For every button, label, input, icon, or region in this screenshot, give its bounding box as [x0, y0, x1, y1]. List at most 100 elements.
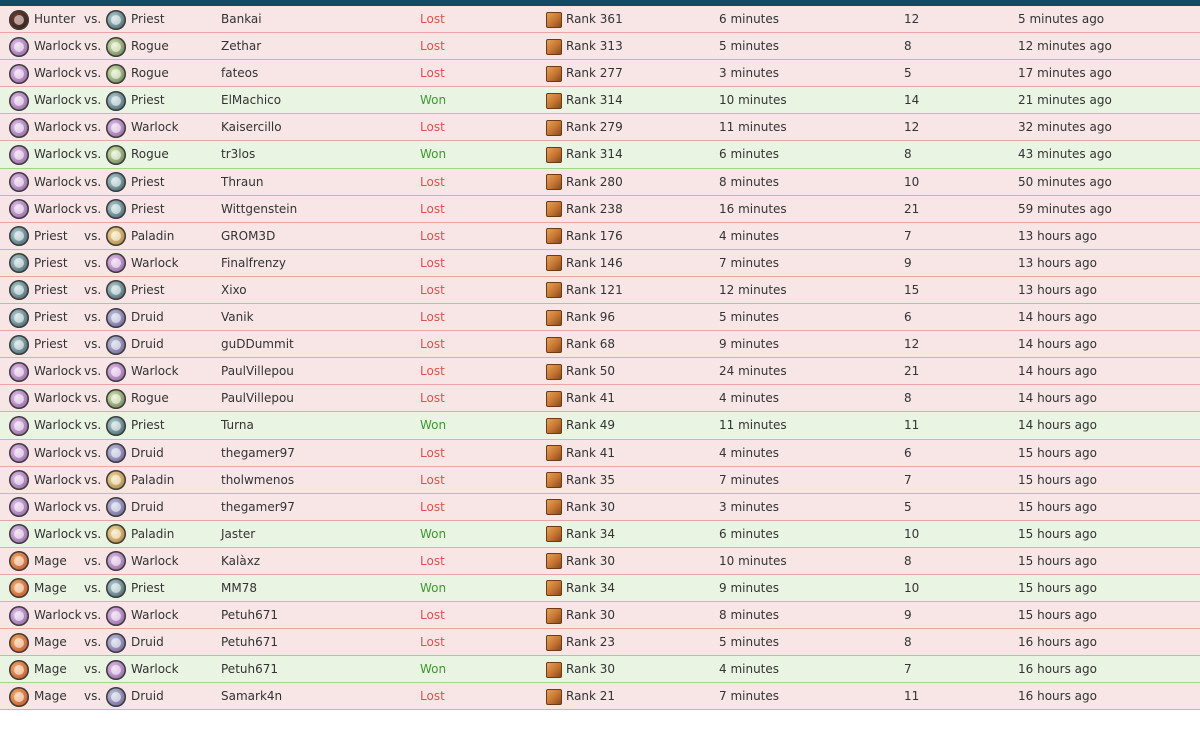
table-row[interactable]: Warlock vs. Paladin Jaster Won Rank 34 6 minut…	[0, 520, 1200, 548]
table-row[interactable]: Mage vs. Druid Samark4n Lost Rank 21 7 minutes…	[0, 683, 1200, 711]
table-row[interactable]: Warlock vs. Druid thegamer97 Lost Rank 30 3 mi…	[0, 493, 1200, 521]
rank-cube-icon	[546, 228, 562, 245]
table-row[interactable]: Mage vs. Warlock Kalàxz Lost Rank 30 10 minute…	[0, 547, 1200, 575]
turn-count: 8	[904, 635, 912, 650]
match-duration: 3 minutes	[719, 66, 780, 81]
warlock-icon	[9, 199, 29, 220]
opponent-class-label: Rogue	[131, 66, 169, 81]
priest-icon	[9, 280, 29, 301]
rank: Rank 23	[546, 629, 615, 656]
opponent-name[interactable]: MM78	[221, 575, 257, 602]
opponent-name[interactable]: Kaisercillo	[221, 114, 282, 141]
opponent-name[interactable]: Finalfrenzy	[221, 250, 286, 277]
druid-icon	[106, 686, 126, 707]
opponent-name[interactable]: Petuh671	[221, 629, 278, 656]
opponent-name[interactable]: thegamer97	[221, 440, 295, 467]
table-row[interactable]: Mage vs. Priest MM78 Won Rank 34 9 minutes 10 15…	[0, 574, 1200, 603]
opponent-name[interactable]: Vanik	[221, 304, 254, 331]
opponent-name[interactable]: Wittgenstein	[221, 196, 297, 223]
table-row[interactable]: Warlock vs. Priest Turna Won Rank 49 11 minute…	[0, 412, 1200, 440]
match-result: Won	[420, 418, 447, 433]
table-row[interactable]: Priest vs. Warlock Finalfrenzy Lost Rank 146 7…	[0, 249, 1200, 277]
vs-label: vs.	[84, 120, 102, 135]
opponent-name[interactable]: Thraun	[221, 169, 263, 196]
opponent-class-label: Warlock	[131, 364, 179, 379]
table-row[interactable]: Warlock vs. Warlock Petuh671 Lost Rank 30 8 mi…	[0, 602, 1200, 630]
match-result: Won	[420, 526, 447, 541]
time-ago: 59 minutes ago	[1018, 201, 1112, 216]
time-ago: 17 minutes ago	[1018, 66, 1112, 81]
warlock-icon	[106, 117, 126, 138]
table-row[interactable]: Warlock vs. Rogue PaulVillepou Lost Rank 41 4 …	[0, 385, 1200, 413]
table-row[interactable]: Mage vs. Druid Petuh671 Lost Rank 23 5 minutes…	[0, 629, 1200, 657]
table-row[interactable]: Warlock vs. Rogue tr3los Won Rank 314 6 minute…	[0, 141, 1200, 169]
opponent-name[interactable]: tholwmenos	[221, 467, 294, 494]
table-row[interactable]: Mage vs. Warlock Petuh671 Won Rank 30 4 minute…	[0, 656, 1200, 684]
table-row[interactable]: Priest vs. Priest Xixo Lost Rank 121 12 minute…	[0, 276, 1200, 305]
table-row[interactable]: Warlock vs. Druid thegamer97 Lost Rank 41 4 mi…	[0, 439, 1200, 467]
opponent-class: Rogue	[106, 60, 169, 87]
opponent-name[interactable]: ElMachico	[221, 87, 281, 114]
player-class: Warlock	[9, 169, 82, 196]
opponent-class: Priest	[106, 412, 165, 439]
table-row[interactable]: Warlock vs. Rogue Zethar Lost Rank 313 5 minut…	[0, 33, 1200, 61]
table-row[interactable]: Warlock vs. Paladin tholwmenos Lost Rank 35 7 …	[0, 466, 1200, 494]
opponent-name[interactable]: Petuh671	[221, 656, 278, 683]
opponent-name[interactable]: Bankai	[221, 6, 262, 33]
time-ago: 15 hours ago	[1018, 445, 1097, 460]
warlock-icon	[106, 253, 126, 274]
table-row[interactable]: Warlock vs. Priest Wittgenstein Lost Rank 238…	[0, 195, 1200, 223]
match-result: Lost	[420, 364, 445, 379]
time-ago: 14 hours ago	[1018, 364, 1097, 379]
match-duration: 3 minutes	[719, 499, 780, 514]
turn-count: 8	[904, 39, 912, 54]
opponent-name[interactable]: tr3los	[221, 141, 255, 168]
time-ago: 13 hours ago	[1018, 282, 1097, 297]
warlock-icon	[106, 361, 126, 382]
table-row[interactable]: Priest vs. Druid Vanik Lost Rank 96 5 minutes 6…	[0, 304, 1200, 332]
turn-count: 5	[904, 499, 912, 514]
table-row[interactable]: Warlock vs. Warlock PaulVillepou Lost Rank 50…	[0, 358, 1200, 386]
opponent-name[interactable]: Samark4n	[221, 683, 282, 710]
opponent-name[interactable]: PaulVillepou	[221, 385, 294, 412]
opponent-name[interactable]: GROM3D	[221, 223, 275, 250]
match-duration: 12 minutes	[719, 282, 787, 297]
opponent-name[interactable]: thegamer97	[221, 494, 295, 521]
table-row[interactable]: Warlock vs. Priest Thraun Lost Rank 280 8 minu…	[0, 168, 1200, 196]
opponent-name[interactable]: Jaster	[221, 521, 255, 548]
rank-cube-icon	[546, 499, 562, 516]
rank-cube-icon	[546, 38, 562, 55]
opponent-name[interactable]: Kalàxz	[221, 548, 260, 575]
player-class: Warlock	[9, 141, 82, 168]
opponent-class: Paladin	[106, 467, 174, 494]
rank-cube-icon	[546, 11, 562, 28]
opponent-name[interactable]: guDDummit	[221, 331, 294, 358]
table-row[interactable]: Warlock vs. Warlock Kaisercillo Lost Rank 279…	[0, 114, 1200, 142]
opponent-name[interactable]: Turna	[221, 412, 254, 439]
opponent-name[interactable]: fateos	[221, 60, 258, 87]
player-class-label: Priest	[34, 310, 68, 325]
opponent-name[interactable]: Xixo	[221, 277, 247, 304]
warlock-icon	[9, 63, 29, 84]
table-row[interactable]: Hunter vs. Priest Bankai Lost Rank 361 6 minut…	[0, 6, 1200, 34]
time-ago: 14 hours ago	[1018, 310, 1097, 325]
opponent-name[interactable]: Zethar	[221, 33, 261, 60]
table-row[interactable]: Priest vs. Druid guDDummit Lost Rank 68 9 minu…	[0, 331, 1200, 359]
table-row[interactable]: Warlock vs. Priest ElMachico Won Rank 314 10 m…	[0, 87, 1200, 115]
rank-label: Rank 41	[566, 391, 616, 406]
player-class: Warlock	[9, 521, 82, 548]
player-class: Warlock	[9, 467, 82, 494]
rank-cube-icon	[546, 553, 562, 570]
match-result: Lost	[420, 553, 445, 568]
table-row[interactable]: Warlock vs. Rogue fateos Lost Rank 277 3 minut…	[0, 60, 1200, 88]
table-row[interactable]: Priest vs. Paladin GROM3D Lost Rank 176 4 minu…	[0, 222, 1200, 250]
rank: Rank 50	[546, 358, 615, 385]
player-class: Mage	[9, 629, 67, 656]
opponent-name[interactable]: PaulVillepou	[221, 358, 294, 385]
opponent-name[interactable]: Petuh671	[221, 602, 278, 629]
opponent-class: Warlock	[106, 114, 179, 141]
time-ago: 5 minutes ago	[1018, 12, 1105, 26]
rank: Rank 41	[546, 385, 615, 412]
warlock-icon	[9, 524, 29, 545]
rank-label: Rank 41	[566, 445, 616, 460]
